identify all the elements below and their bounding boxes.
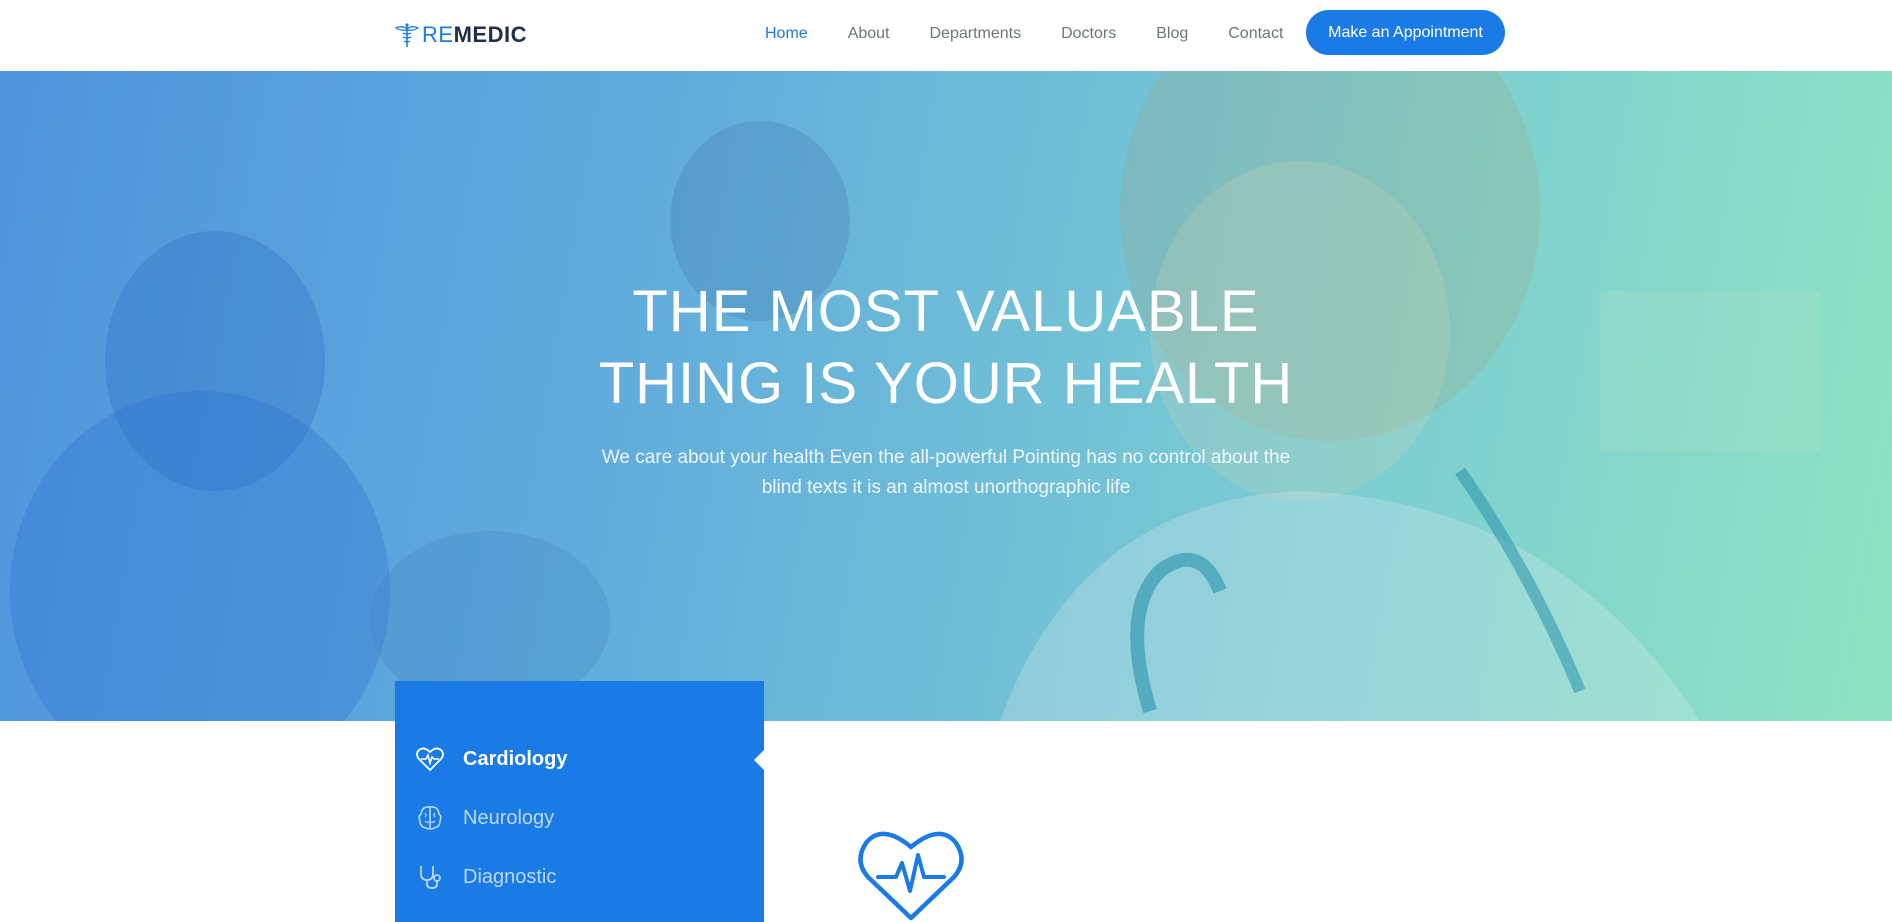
brand-name: MEDIC <box>453 22 527 47</box>
top-navbar: REMEDIC Home About Departments Doctors B… <box>0 0 1892 71</box>
hero-title-line-2: THING IS YOUR HEALTH <box>598 351 1294 416</box>
dept-label-neurology: Neurology <box>463 806 555 829</box>
caduceus-icon <box>394 23 420 47</box>
dept-label-cardiology: Cardiology <box>463 747 568 770</box>
hero-subtitle: We care about your health Even the all-p… <box>546 443 1346 503</box>
make-appointment-button[interactable]: Make an Appointment <box>1306 10 1505 55</box>
heart-pulse-icon <box>415 744 445 774</box>
active-tab-pointer <box>754 750 764 770</box>
dept-tab-cardiology[interactable]: Cardiology <box>415 743 567 775</box>
brand-logo[interactable]: REMEDIC <box>394 20 527 50</box>
main-nav: Home About Departments Doctors Blog Cont… <box>745 0 1303 67</box>
dept-label-diagnostic: Diagnostic <box>463 865 557 888</box>
stethoscope-icon <box>415 862 445 892</box>
nav-contact[interactable]: Contact <box>1228 25 1283 43</box>
nav-doctors[interactable]: Doctors <box>1061 25 1116 43</box>
dept-tab-neurology[interactable]: Neurology <box>415 802 554 834</box>
departments-panel: Cardiology Neurology Diagnostic <box>395 681 764 922</box>
heart-pulse-icon <box>858 831 964 921</box>
nav-about[interactable]: About <box>848 25 890 43</box>
dept-tab-diagnostic[interactable]: Diagnostic <box>415 861 556 893</box>
nav-home[interactable]: Home <box>765 25 808 43</box>
hero-subtitle-line-2: blind texts it is an almost unorthograph… <box>761 477 1131 498</box>
nav-blog[interactable]: Blog <box>1156 25 1188 43</box>
nav-departments[interactable]: Departments <box>930 25 1022 43</box>
hero-section: THE MOST VALUABLE THING IS YOUR HEALTH W… <box>0 71 1892 721</box>
hero-subtitle-line-1: We care about your health Even the all-p… <box>601 447 1291 468</box>
hero-title: THE MOST VALUABLE THING IS YOUR HEALTH <box>446 276 1446 420</box>
brain-icon <box>415 803 445 833</box>
hero-title-line-1: THE MOST VALUABLE <box>632 279 1260 344</box>
brand-prefix: RE <box>422 22 454 47</box>
